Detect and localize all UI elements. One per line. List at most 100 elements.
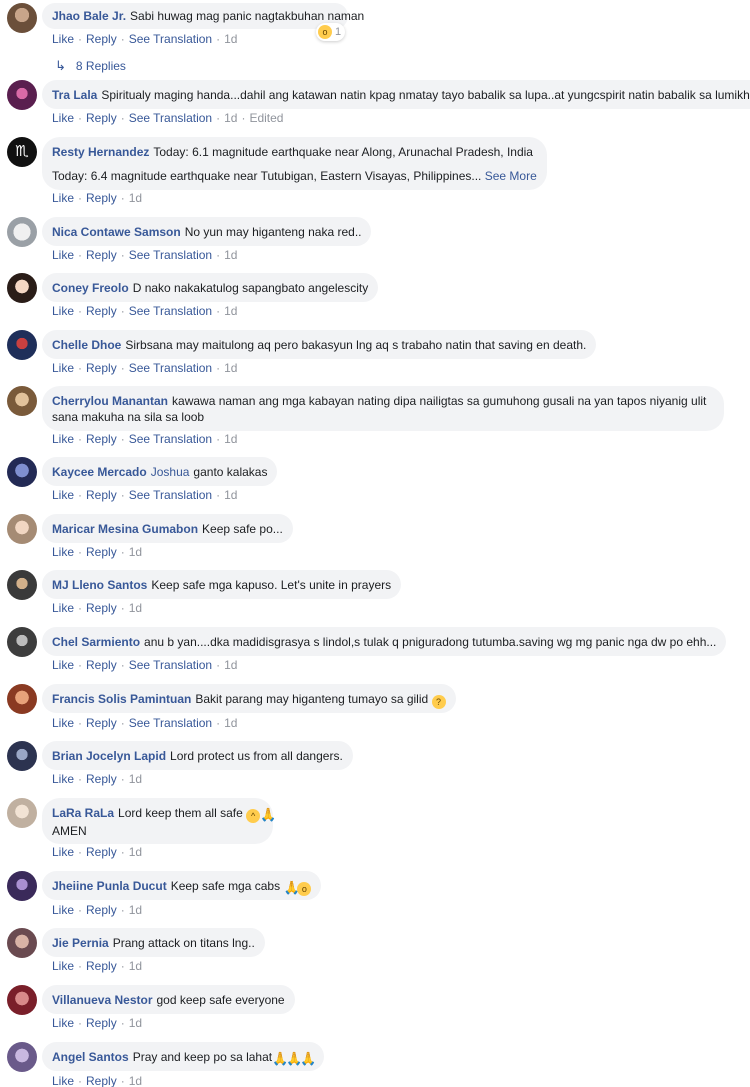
like-link[interactable]: Like xyxy=(52,32,74,46)
comment-time[interactable]: 1d xyxy=(224,488,237,502)
reply-link[interactable]: Reply xyxy=(86,248,117,262)
like-link[interactable]: Like xyxy=(52,304,74,318)
comment-author[interactable]: Villanueva Nestor xyxy=(52,993,153,1007)
avatar[interactable] xyxy=(7,80,37,110)
avatar[interactable] xyxy=(7,798,37,828)
see-translation-link[interactable]: See Translation xyxy=(129,432,212,446)
avatar[interactable] xyxy=(7,273,37,303)
avatar[interactable] xyxy=(7,514,37,544)
comment-time[interactable]: 1d xyxy=(129,845,142,859)
comment-time[interactable]: 1d xyxy=(224,658,237,672)
reply-link[interactable]: Reply xyxy=(86,845,117,859)
edited-label[interactable]: Edited xyxy=(249,111,283,125)
reply-link[interactable]: Reply xyxy=(86,191,117,205)
see-more-link[interactable]: See More xyxy=(485,169,537,183)
see-translation-link[interactable]: See Translation xyxy=(129,304,212,318)
comment-author[interactable]: Maricar Mesina Gumabon xyxy=(52,522,198,536)
avatar[interactable] xyxy=(7,871,37,901)
avatar[interactable] xyxy=(7,570,37,600)
like-link[interactable]: Like xyxy=(52,248,74,262)
reply-link[interactable]: Reply xyxy=(86,32,117,46)
reply-link[interactable]: Reply xyxy=(86,111,117,125)
like-link[interactable]: Like xyxy=(52,845,74,859)
avatar[interactable] xyxy=(7,741,37,771)
like-link[interactable]: Like xyxy=(52,545,74,559)
like-link[interactable]: Like xyxy=(52,658,74,672)
like-link[interactable]: Like xyxy=(52,716,74,730)
avatar[interactable] xyxy=(7,1042,37,1072)
comment-author[interactable]: Brian Jocelyn Lapid xyxy=(52,749,166,763)
reply-link[interactable]: Reply xyxy=(86,959,117,973)
avatar[interactable] xyxy=(7,928,37,958)
like-link[interactable]: Like xyxy=(52,488,74,502)
see-translation-link[interactable]: See Translation xyxy=(129,32,212,46)
reply-link[interactable]: Reply xyxy=(86,1016,117,1030)
comment-author[interactable]: MJ Lleno Santos xyxy=(52,578,147,592)
comment-time[interactable]: 1d xyxy=(224,304,237,318)
comment-author[interactable]: Cherrylou Manantan xyxy=(52,394,168,408)
reply-link[interactable]: Reply xyxy=(86,304,117,318)
tagged-user[interactable]: Joshua xyxy=(151,465,190,479)
reply-link[interactable]: Reply xyxy=(86,716,117,730)
comment-author[interactable]: Chel Sarmiento xyxy=(52,635,140,649)
comment-author[interactable]: Nica Contawe Samson xyxy=(52,225,181,239)
see-translation-link[interactable]: See Translation xyxy=(129,248,212,262)
comment-time[interactable]: 1d xyxy=(129,545,142,559)
like-link[interactable]: Like xyxy=(52,601,74,615)
comment-time[interactable]: 1d xyxy=(129,1074,142,1087)
avatar[interactable] xyxy=(7,457,37,487)
reply-link[interactable]: Reply xyxy=(86,772,117,786)
reply-link[interactable]: Reply xyxy=(86,658,117,672)
comment-time[interactable]: 1d xyxy=(129,903,142,917)
avatar[interactable]: ♏ xyxy=(7,137,37,167)
see-translation-link[interactable]: See Translation xyxy=(129,111,212,125)
reply-link[interactable]: Reply xyxy=(86,545,117,559)
comment-time[interactable]: 1d xyxy=(224,432,237,446)
comment-time[interactable]: 1d xyxy=(129,601,142,615)
reply-link[interactable]: Reply xyxy=(86,361,117,375)
avatar[interactable] xyxy=(7,330,37,360)
like-link[interactable]: Like xyxy=(52,361,74,375)
comment-author[interactable]: Jhao Bale Jr. xyxy=(52,9,126,23)
see-translation-link[interactable]: See Translation xyxy=(129,658,212,672)
avatar[interactable] xyxy=(7,985,37,1015)
comment-author[interactable]: Jheiine Punla Ducut xyxy=(52,879,167,893)
comment-time[interactable]: 1d xyxy=(224,248,237,262)
reply-link[interactable]: Reply xyxy=(86,1074,117,1087)
comment-author[interactable]: Kaycee Mercado xyxy=(52,465,147,479)
reply-link[interactable]: Reply xyxy=(86,601,117,615)
avatar[interactable] xyxy=(7,684,37,714)
comment-time[interactable]: 1d xyxy=(224,716,237,730)
see-translation-link[interactable]: See Translation xyxy=(129,716,212,730)
comment-time[interactable]: 1d xyxy=(129,191,142,205)
avatar[interactable] xyxy=(7,386,37,416)
comment-time[interactable]: 1d xyxy=(224,361,237,375)
see-translation-link[interactable]: See Translation xyxy=(129,361,212,375)
like-link[interactable]: Like xyxy=(52,959,74,973)
comment-time[interactable]: 1d xyxy=(224,111,237,125)
like-link[interactable]: Like xyxy=(52,111,74,125)
like-link[interactable]: Like xyxy=(52,772,74,786)
comment-author[interactable]: Resty Hernandez xyxy=(52,145,149,159)
comment-time[interactable]: 1d xyxy=(129,959,142,973)
like-link[interactable]: Like xyxy=(52,1074,74,1087)
comment-time[interactable]: 1d xyxy=(224,32,237,46)
comment-time[interactable]: 1d xyxy=(129,772,142,786)
comment-author[interactable]: Jie Pernia xyxy=(52,936,109,950)
comment-author[interactable]: Chelle Dhoe xyxy=(52,338,121,352)
avatar[interactable] xyxy=(7,217,37,247)
like-link[interactable]: Like xyxy=(52,1016,74,1030)
like-link[interactable]: Like xyxy=(52,432,74,446)
reply-link[interactable]: Reply xyxy=(86,903,117,917)
comment-author[interactable]: LaRa RaLa xyxy=(52,806,114,820)
comment-author[interactable]: Francis Solis Pamintuan xyxy=(52,692,191,706)
avatar[interactable] xyxy=(7,627,37,657)
view-replies-link[interactable]: ↳ 8 Replies xyxy=(55,58,126,74)
like-link[interactable]: Like xyxy=(52,903,74,917)
reply-link[interactable]: Reply xyxy=(86,432,117,446)
avatar[interactable] xyxy=(7,3,37,33)
comment-time[interactable]: 1d xyxy=(129,1016,142,1030)
reaction-count-badge[interactable]: o1 xyxy=(316,23,346,41)
like-link[interactable]: Like xyxy=(52,191,74,205)
comment-author[interactable]: Angel Santos xyxy=(52,1050,129,1064)
